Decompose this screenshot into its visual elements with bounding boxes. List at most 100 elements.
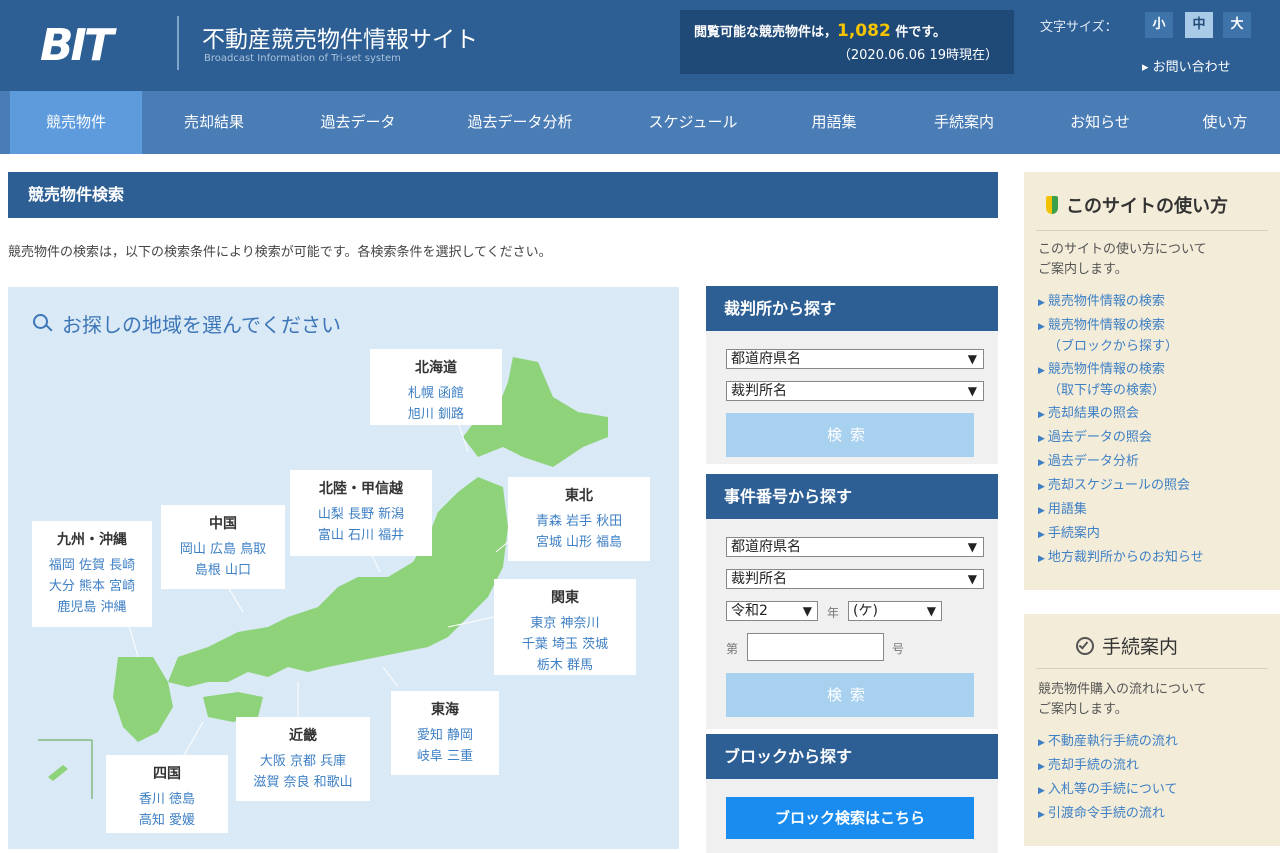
region-hokkaido[interactable]: 北海道 札幌 函館 旭川 釧路 [370, 349, 502, 425]
nav-item-notices[interactable]: お知らせ [1050, 91, 1150, 154]
region-map: お探しの地域を選んでください 北海道 札幌 函館 旭川 釧路 東北 青森 岩手 … [8, 287, 679, 849]
map-title-text: お探しの地域を選んでください [62, 313, 341, 337]
region-tokai[interactable]: 東海 愛知 静岡 岐阜 三重 [391, 691, 499, 775]
howto-link-past-data[interactable]: ▶ 過去データの照会 [1038, 428, 1152, 449]
contact-link[interactable]: ▸ お問い合わせ [1142, 56, 1231, 75]
how-to-use-title-text: このサイトの使い方 [1066, 196, 1228, 217]
nav-item-glossary[interactable]: 用語集 [784, 91, 884, 154]
number-prefix-label: 第 [726, 642, 739, 656]
region-hokuriku-koshinetsu[interactable]: 北陸・甲信越 山梨 長野 新潟 富山 石川 福井 [290, 470, 432, 556]
link-label-sub: （取下げ等の検索） [1048, 383, 1166, 398]
howto-link-property-search[interactable]: ▶ 競売物件情報の検索 [1038, 292, 1165, 313]
howto-link-withdrawal-search[interactable]: ▶ 競売物件情報の検索 （取下げ等の検索） [1038, 360, 1165, 401]
connector-kyushu [127, 621, 139, 658]
arrow-right-icon: ▶ [1038, 738, 1045, 748]
nav-item-how-to-use[interactable]: 使い方 [1180, 91, 1270, 154]
howto-link-procedures[interactable]: ▶ 手続案内 [1038, 524, 1100, 545]
chevron-down-icon: ▼ [967, 352, 977, 366]
region-cities[interactable]: 香川 徳島 [106, 789, 228, 810]
era-select[interactable]: 令和2 ▼ [726, 601, 818, 621]
arrow-right-icon: ▶ [1038, 482, 1045, 492]
property-count-value: 1,082 [837, 21, 891, 41]
kyushu-land[interactable] [113, 657, 173, 742]
nav-item-schedule[interactable]: スケジュール [628, 91, 758, 154]
arrow-right-icon: ▶ [1038, 762, 1045, 772]
case-number-input[interactable] [747, 633, 884, 661]
chevron-down-icon: ▼ [967, 540, 977, 554]
select-value: 令和2 [731, 603, 768, 619]
region-cities[interactable]: 福岡 佐賀 長崎 [32, 555, 152, 576]
check-circle-icon [1076, 637, 1094, 655]
region-shikoku[interactable]: 四国 香川 徳島 高知 愛媛 [106, 755, 228, 833]
region-kanto[interactable]: 関東 東京 神奈川 千葉 埼玉 茨城 栃木 群馬 [494, 579, 636, 675]
court-search-title: 裁判所から探す [706, 286, 998, 331]
region-cities[interactable]: 青森 岩手 秋田 [508, 511, 650, 532]
case-prefecture-select[interactable]: 都道府県名 ▼ [726, 537, 984, 557]
region-cities[interactable]: 鹿児島 沖縄 [32, 597, 152, 618]
region-cities[interactable]: 東京 神奈川 [494, 613, 636, 634]
region-cities[interactable]: 宮城 山形 福島 [508, 532, 650, 553]
region-kyushu-okinawa[interactable]: 九州・沖縄 福岡 佐賀 長崎 大分 熊本 宮崎 鹿児島 沖縄 [32, 521, 152, 627]
procedure-link-execution[interactable]: ▶ 不動産執行手続の流れ [1038, 732, 1178, 753]
region-name: 九州・沖縄 [57, 532, 127, 548]
region-cities[interactable]: 札幌 函館 [370, 383, 502, 404]
case-search-button[interactable]: 検索 [726, 673, 974, 717]
font-size-small-button[interactable]: 小 [1145, 12, 1173, 38]
link-label: 競売物件情報の検索 [1047, 318, 1165, 333]
font-size-large-button[interactable]: 大 [1223, 12, 1251, 38]
main-nav: 競売物件 売却結果 過去データ 過去データ分析 スケジュール 用語集 手続案内 … [0, 91, 1280, 154]
region-cities[interactable]: 富山 石川 福井 [290, 525, 432, 546]
howto-link-glossary[interactable]: ▶ 用語集 [1038, 500, 1087, 521]
court-search-button[interactable]: 検索 [726, 413, 974, 457]
logo-divider [177, 16, 179, 70]
region-tohoku[interactable]: 東北 青森 岩手 秋田 宮城 山形 福島 [508, 477, 650, 561]
region-cities[interactable]: 千葉 埼玉 茨城 [494, 634, 636, 655]
site-header: BIT 不動産競売物件情報サイト Broadcast Information o… [0, 0, 1280, 91]
arrow-right-icon: ▶ [1038, 298, 1045, 308]
procedure-link-delivery-order[interactable]: ▶ 引渡命令手続の流れ [1038, 804, 1165, 825]
nav-item-past-data-analysis[interactable]: 過去データ分析 [450, 91, 590, 154]
court-name-select[interactable]: 裁判所名 ▼ [726, 381, 984, 401]
region-cities[interactable]: 島根 山口 [161, 560, 285, 581]
sidebar-divider [1036, 230, 1268, 231]
bit-logo[interactable]: BIT [40, 20, 114, 71]
region-kinki[interactable]: 近畿 大阪 京都 兵庫 滋賀 奈良 和歌山 [236, 717, 370, 801]
howto-link-sale-results[interactable]: ▶ 売却結果の照会 [1038, 404, 1139, 425]
region-cities[interactable]: 旭川 釧路 [370, 404, 502, 425]
nav-item-procedures[interactable]: 手続案内 [914, 91, 1014, 154]
property-count-box: 閲覧可能な競売物件は，1,082 件です。 （2020.06.06 19時現在） [680, 10, 1014, 74]
howto-link-court-notices[interactable]: ▶ 地方裁判所からのお知らせ [1038, 548, 1204, 569]
region-chugoku[interactable]: 中国 岡山 広島 鳥取 島根 山口 [161, 505, 285, 589]
howto-link-block-search[interactable]: ▶ 競売物件情報の検索 （ブロックから探す） [1038, 316, 1178, 357]
region-cities[interactable]: 高知 愛媛 [106, 810, 228, 831]
region-cities[interactable]: 山梨 長野 新潟 [290, 504, 432, 525]
link-label: 売却結果の照会 [1047, 406, 1139, 421]
nav-item-auction-properties[interactable]: 競売物件 [10, 91, 142, 154]
nav-item-past-data[interactable]: 過去データ [296, 91, 420, 154]
region-cities[interactable]: 岐阜 三重 [391, 746, 499, 767]
region-cities[interactable]: 大分 熊本 宮崎 [32, 576, 152, 597]
procedure-link-sale[interactable]: ▶ 売却手続の流れ [1038, 756, 1139, 777]
region-name: 東北 [565, 488, 593, 504]
region-cities[interactable]: 大阪 京都 兵庫 [236, 751, 370, 772]
nav-item-sale-results[interactable]: 売却結果 [152, 91, 276, 154]
procedure-link-bidding[interactable]: ▶ 入札等の手続について [1038, 780, 1178, 801]
arrow-right-icon: ▶ [1038, 786, 1045, 796]
font-size-medium-button[interactable]: 中 [1185, 12, 1213, 38]
region-cities[interactable]: 滋賀 奈良 和歌山 [236, 772, 370, 793]
court-prefecture-select[interactable]: 都道府県名 ▼ [726, 349, 984, 369]
howto-link-past-data-analysis[interactable]: ▶ 過去データ分析 [1038, 452, 1139, 473]
arrow-right-icon: ▶ [1038, 434, 1045, 444]
region-cities[interactable]: 愛知 静岡 [391, 725, 499, 746]
region-cities[interactable]: 栃木 群馬 [494, 655, 636, 676]
howto-link-schedule[interactable]: ▶ 売却スケジュールの照会 [1038, 476, 1190, 497]
region-name: 北陸・甲信越 [319, 481, 403, 497]
region-cities[interactable]: 岡山 広島 鳥取 [161, 539, 285, 560]
site-title: 不動産競売物件情報サイト [202, 27, 478, 53]
okinawa-land[interactable] [48, 765, 68, 781]
case-type-select[interactable]: (ケ) ▼ [848, 601, 942, 621]
case-court-select[interactable]: 裁判所名 ▼ [726, 569, 984, 589]
count-prefix: 閲覧可能な競売物件は， [694, 25, 838, 40]
chevron-down-icon: ▼ [802, 604, 812, 618]
block-search-button[interactable]: ブロック検索はこちら [726, 797, 974, 839]
